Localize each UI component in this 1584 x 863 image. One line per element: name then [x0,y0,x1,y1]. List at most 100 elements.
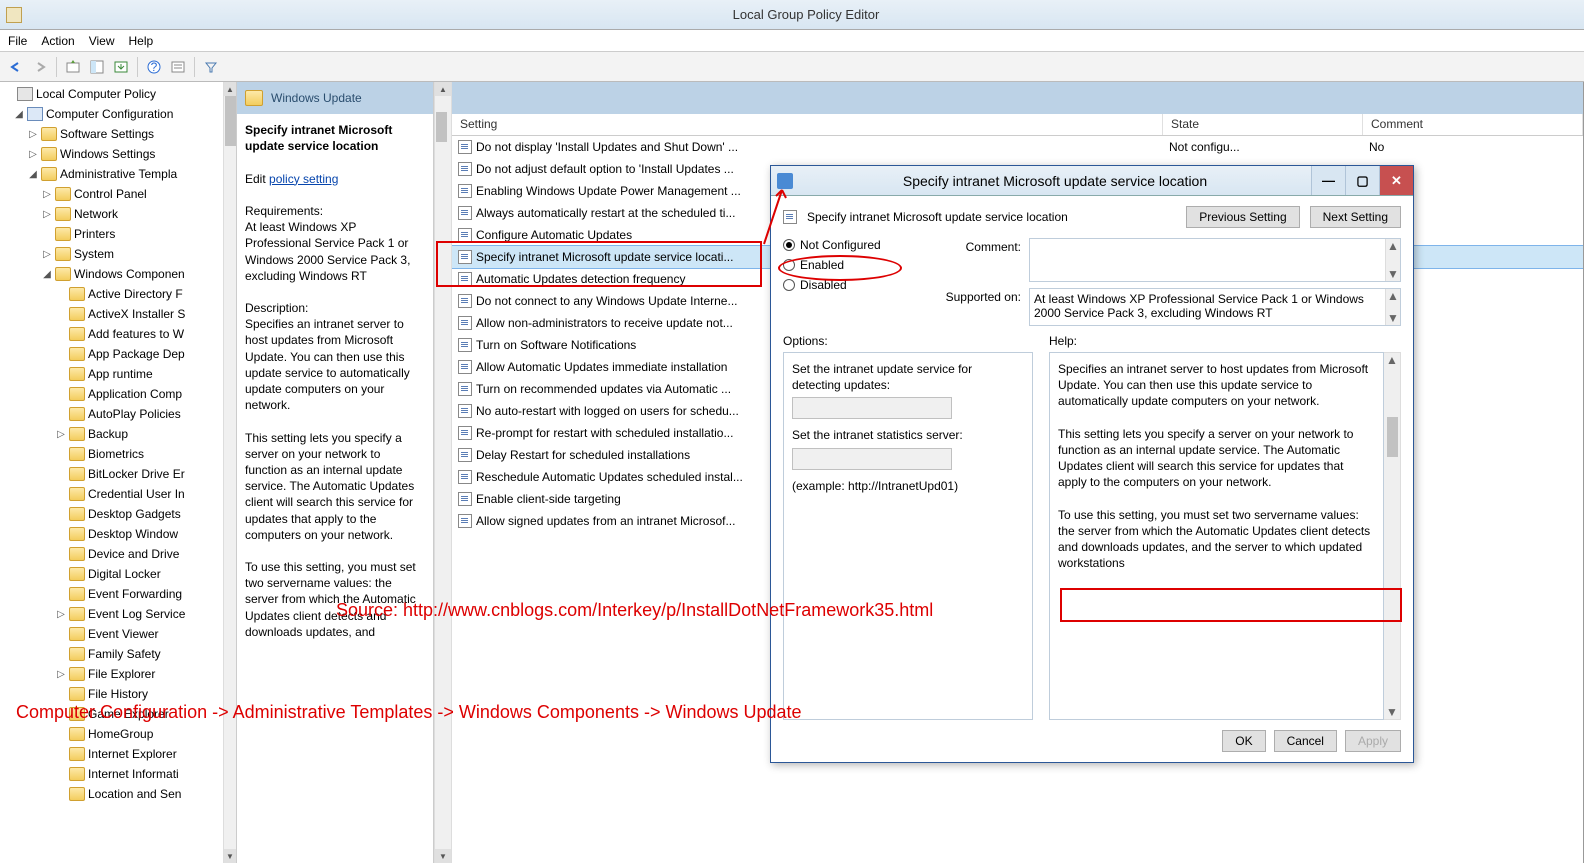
tree-item[interactable]: Digital Locker [0,564,224,584]
cancel-button[interactable]: Cancel [1274,730,1337,752]
tree-network[interactable]: ▷Network [0,204,224,224]
tree-system[interactable]: ▷System [0,244,224,264]
menu-action[interactable]: Action [41,34,74,48]
col-setting[interactable]: Setting [452,114,1163,135]
intranet-update-input[interactable] [792,397,952,419]
tree-item[interactable]: Biometrics [0,444,224,464]
help-scrollbar[interactable]: ▲▼ [1384,352,1401,720]
minimize-button[interactable]: — [1311,166,1345,195]
previous-setting-button[interactable]: Previous Setting [1186,206,1299,228]
tree-item[interactable]: Device and Drive [0,544,224,564]
tree-item[interactable]: AutoPlay Policies [0,404,224,424]
folder-icon [69,447,85,461]
close-button[interactable]: ✕ [1379,166,1413,195]
scroll-down-icon[interactable]: ▼ [224,849,236,863]
tree-item[interactable]: Add features to W [0,324,224,344]
tree-label: Application Comp [88,387,182,401]
tree-item[interactable]: Event Viewer [0,624,224,644]
folder-icon [69,407,85,421]
forward-button[interactable] [30,57,50,77]
tree-windows-components[interactable]: ◢Windows Componen [0,264,224,284]
col-comment[interactable]: Comment [1363,114,1583,135]
setting-icon [458,360,472,374]
tree-item[interactable]: Location and Sen [0,784,224,804]
col-state[interactable]: State [1163,114,1363,135]
annotation-source-text: Source: http://www.cnblogs.com/Interkey/… [336,600,933,621]
dialog-titlebar[interactable]: Specify intranet Microsoft update servic… [771,166,1413,196]
tree-software-settings[interactable]: ▷Software Settings [0,124,224,144]
supported-label: Supported on: [929,288,1021,326]
annotation-rect-rows [436,241,762,287]
textbox-scrollbar[interactable]: ▲▼ [1385,289,1400,325]
scroll-thumb[interactable] [436,112,447,142]
tree-computer-config[interactable]: ◢Computer Configuration [0,104,224,124]
up-button[interactable] [63,57,83,77]
folder-icon [69,287,85,301]
tree-label: Internet Informati [88,767,179,781]
show-hide-tree-button[interactable] [87,57,107,77]
setting-icon [458,184,472,198]
tree-item[interactable]: ▷File Explorer [0,664,224,684]
tree-scrollbar[interactable]: ▲ ▼ [223,82,236,863]
menu-view[interactable]: View [89,34,115,48]
textbox-scrollbar[interactable]: ▲▼ [1385,239,1400,281]
intranet-stats-input[interactable] [792,448,952,470]
scroll-thumb[interactable] [225,96,236,146]
apply-button[interactable]: Apply [1345,730,1401,752]
tree-item[interactable]: App runtime [0,364,224,384]
tree-control-panel[interactable]: ▷Control Panel [0,184,224,204]
tree-windows-settings[interactable]: ▷Windows Settings [0,144,224,164]
setting-name: Allow Automatic Updates immediate instal… [476,360,727,374]
properties-button[interactable] [168,57,188,77]
ok-button[interactable]: OK [1222,730,1265,752]
tree-item[interactable]: Family Safety [0,644,224,664]
tree-admin-templates[interactable]: ◢Administrative Templa [0,164,224,184]
scroll-thumb[interactable] [1387,417,1398,457]
folder-icon [69,727,85,741]
export-list-button[interactable] [111,57,131,77]
tree-item[interactable]: ▷Backup [0,424,224,444]
desc-scrollbar[interactable]: ▲ ▼ [434,82,452,863]
filter-button[interactable] [201,57,221,77]
tree-item[interactable]: Credential User In [0,484,224,504]
setting-icon [458,448,472,462]
next-setting-button[interactable]: Next Setting [1310,206,1401,228]
setting-icon [458,382,472,396]
tree-item[interactable]: Desktop Gadgets [0,504,224,524]
tree-item[interactable]: Application Comp [0,384,224,404]
folder-icon [69,367,85,381]
tree-item[interactable]: ActiveX Installer S [0,304,224,324]
folder-icon [69,787,85,801]
tree-label: System [74,247,114,261]
tree-item[interactable]: Internet Informati [0,764,224,784]
comment-textbox[interactable]: ▲▼ [1029,238,1401,282]
tree-item[interactable]: Internet Explorer [0,744,224,764]
tree-item[interactable]: Event Forwarding [0,584,224,604]
tree-printers[interactable]: Printers [0,224,224,244]
tree-item[interactable]: Active Directory F [0,284,224,304]
scroll-down-icon[interactable]: ▼ [435,849,451,863]
column-headers: Setting State Comment [452,114,1583,136]
radio-not-configured[interactable]: Not Configured [783,238,913,252]
maximize-button[interactable]: ▢ [1345,166,1379,195]
scroll-up-icon[interactable]: ▲ [435,82,451,96]
folder-icon [69,607,85,621]
tree-item[interactable]: Desktop Window [0,524,224,544]
setting-comment: No [1363,140,1583,154]
scroll-up-icon[interactable]: ▲ [224,82,236,96]
back-button[interactable] [6,57,26,77]
tree-item[interactable]: HomeGroup [0,724,224,744]
setting-row[interactable]: Do not display 'Install Updates and Shut… [452,136,1583,158]
menu-file[interactable]: File [8,34,27,48]
folder-icon [41,127,57,141]
folder-icon [69,487,85,501]
help-button[interactable]: ? [144,57,164,77]
policy-setting-link[interactable]: policy setting [269,172,338,186]
tree-item[interactable]: File History [0,684,224,704]
tree-item[interactable]: ▷Event Log Service [0,604,224,624]
menu-help[interactable]: Help [129,34,154,48]
folder-icon [69,547,85,561]
tree-item[interactable]: BitLocker Drive Er [0,464,224,484]
tree-item[interactable]: App Package Dep [0,344,224,364]
tree-root[interactable]: Local Computer Policy [0,84,224,104]
